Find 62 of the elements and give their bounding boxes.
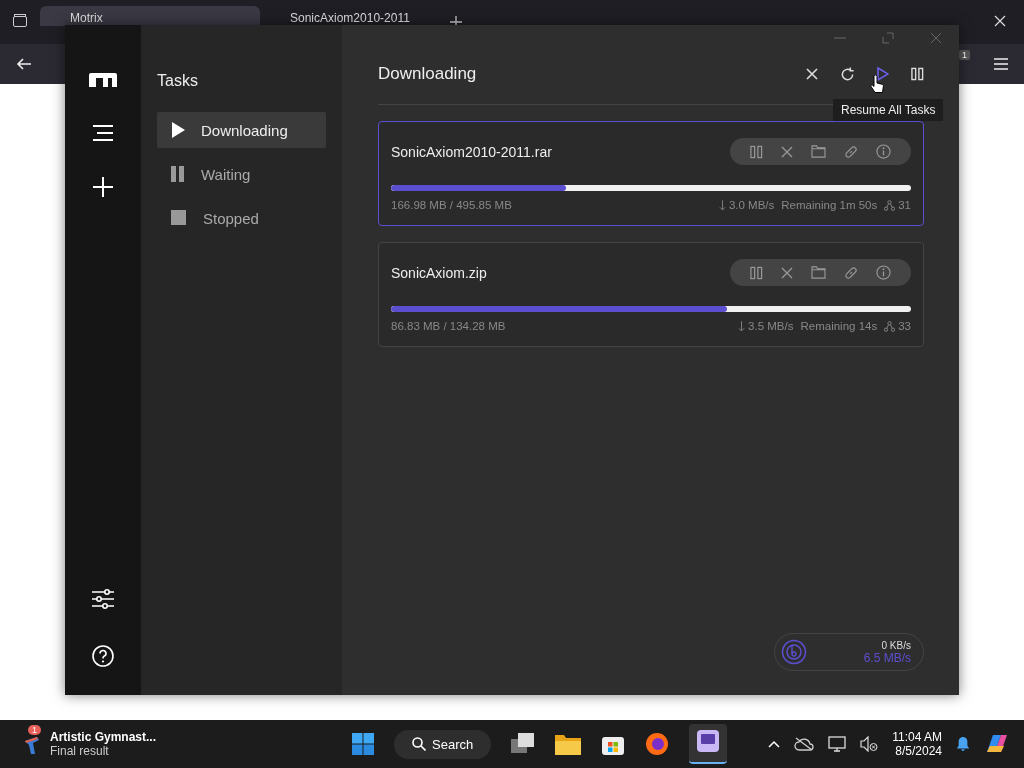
logo-icon [89, 73, 117, 87]
menu-icon[interactable] [994, 58, 1008, 70]
connections-count: 33 [898, 320, 911, 332]
connections-icon [884, 320, 896, 332]
download-arrow-icon [738, 320, 746, 332]
bell-icon[interactable] [956, 736, 970, 752]
size-text: 86.83 MB / 134.28 MB [391, 320, 506, 332]
nav-item[interactable]: Waiting [157, 156, 326, 192]
speed-text: 3.5 MB/s [748, 320, 794, 332]
connections-icon [884, 199, 896, 211]
stop-icon [171, 210, 187, 226]
page-title: Downloading [378, 64, 478, 84]
start-icon[interactable] [352, 733, 374, 755]
info-icon[interactable] [876, 144, 891, 159]
tooltip: Resume All Tasks [833, 99, 944, 121]
task-card[interactable]: SonicAxiom2010-2011.rar 166.98 MB / 495.85 MB 3.0 MB/s Remaining 1m 50s 31 [378, 121, 924, 226]
nav-item[interactable]: Stopped [157, 200, 326, 236]
add-icon[interactable] [93, 177, 113, 197]
pause-icon[interactable] [911, 67, 924, 81]
speedometer-icon [781, 639, 807, 665]
search-icon [412, 737, 426, 751]
task-view-icon[interactable] [511, 733, 536, 755]
download-arrow-icon [718, 199, 726, 211]
refresh-icon[interactable] [840, 66, 855, 82]
play-icon [171, 122, 185, 138]
browser-icon[interactable] [645, 732, 670, 756]
cursor-icon [870, 75, 884, 95]
info-icon[interactable] [876, 265, 891, 280]
help-icon[interactable] [92, 645, 114, 667]
browser-tab[interactable]: Motrix [40, 6, 260, 26]
chevron-up-icon[interactable] [768, 740, 781, 748]
notification-subtitle: Final result [50, 744, 110, 758]
remaining-text: Remaining 14s [800, 320, 878, 332]
clock-date[interactable]: 8/5/2024 [895, 744, 942, 758]
speed-text: 3.0 MB/s [728, 199, 775, 211]
file-name: SonicAxiom.zip [391, 264, 487, 281]
download-speed: 6.5 MB/s [863, 650, 911, 665]
pause-icon [171, 166, 185, 182]
notification-title: Artistic Gymnast... [50, 730, 157, 744]
search-button[interactable]: Search [394, 729, 492, 759]
clock-time[interactable]: 11:04 AM [892, 730, 942, 744]
folder-icon[interactable] [555, 733, 582, 755]
file-name: SonicAxiom2010-2011.rar [391, 143, 552, 160]
back-icon[interactable] [16, 56, 32, 72]
app-icon[interactable] [697, 730, 720, 752]
connections-count: 31 [898, 199, 911, 211]
browser-tab[interactable]: SonicAxiom2010-2011 [260, 6, 440, 26]
size-text: 166.98 MB / 495.85 MB [391, 199, 512, 211]
task-card[interactable]: SonicAxiom.zip 86.83 MB / 134.28 MB 3.5 MB/s Remaining 14s 33 [378, 242, 924, 347]
tab-overview-icon[interactable] [12, 13, 28, 29]
upload-speed: 0 KB/s [881, 639, 911, 651]
notification-badge: 1 [28, 725, 41, 735]
settings-icon[interactable] [92, 589, 114, 609]
monitor-icon[interactable] [828, 736, 847, 752]
play-icon[interactable] [877, 67, 889, 81]
muted-speaker-icon[interactable] [860, 736, 879, 752]
remaining-text: Remaining 1m 50s [781, 199, 878, 211]
sidebar-title: Tasks [157, 72, 199, 90]
cloud-icon[interactable] [794, 737, 815, 751]
nav-item[interactable]: Downloading [157, 112, 326, 148]
link-icon[interactable] [844, 265, 858, 280]
link-icon[interactable] [844, 144, 858, 159]
